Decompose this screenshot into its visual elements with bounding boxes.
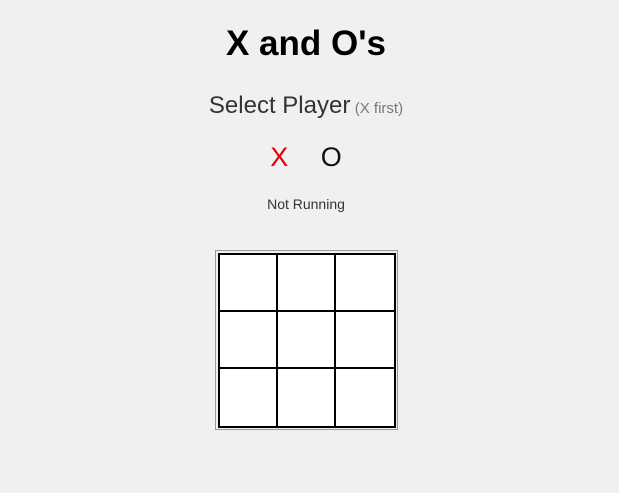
select-player-label: Select Player (208, 92, 351, 119)
game-page: X and O's Select Player (X first) X O No… (0, 0, 619, 493)
board-frame (215, 250, 398, 430)
board-cell[interactable] (220, 255, 278, 312)
select-player-heading: Select Player (X first) (0, 92, 612, 123)
board-cell[interactable] (220, 312, 278, 369)
board-cell[interactable] (278, 312, 336, 369)
board-cell[interactable] (336, 369, 394, 426)
board-cell[interactable] (220, 369, 278, 426)
player-x-button[interactable]: X (256, 141, 302, 173)
board-cell[interactable] (278, 369, 336, 426)
board-cell[interactable] (278, 255, 336, 312)
game-board (218, 253, 396, 428)
player-o-button[interactable]: O (307, 141, 356, 173)
board-cell[interactable] (336, 312, 394, 369)
game-title: X and O's (225, 24, 387, 63)
player-selector: X O (0, 141, 612, 178)
select-player-hint: (X first) (354, 100, 404, 117)
board-cell[interactable] (336, 255, 394, 312)
game-status: Not Running (267, 196, 345, 212)
